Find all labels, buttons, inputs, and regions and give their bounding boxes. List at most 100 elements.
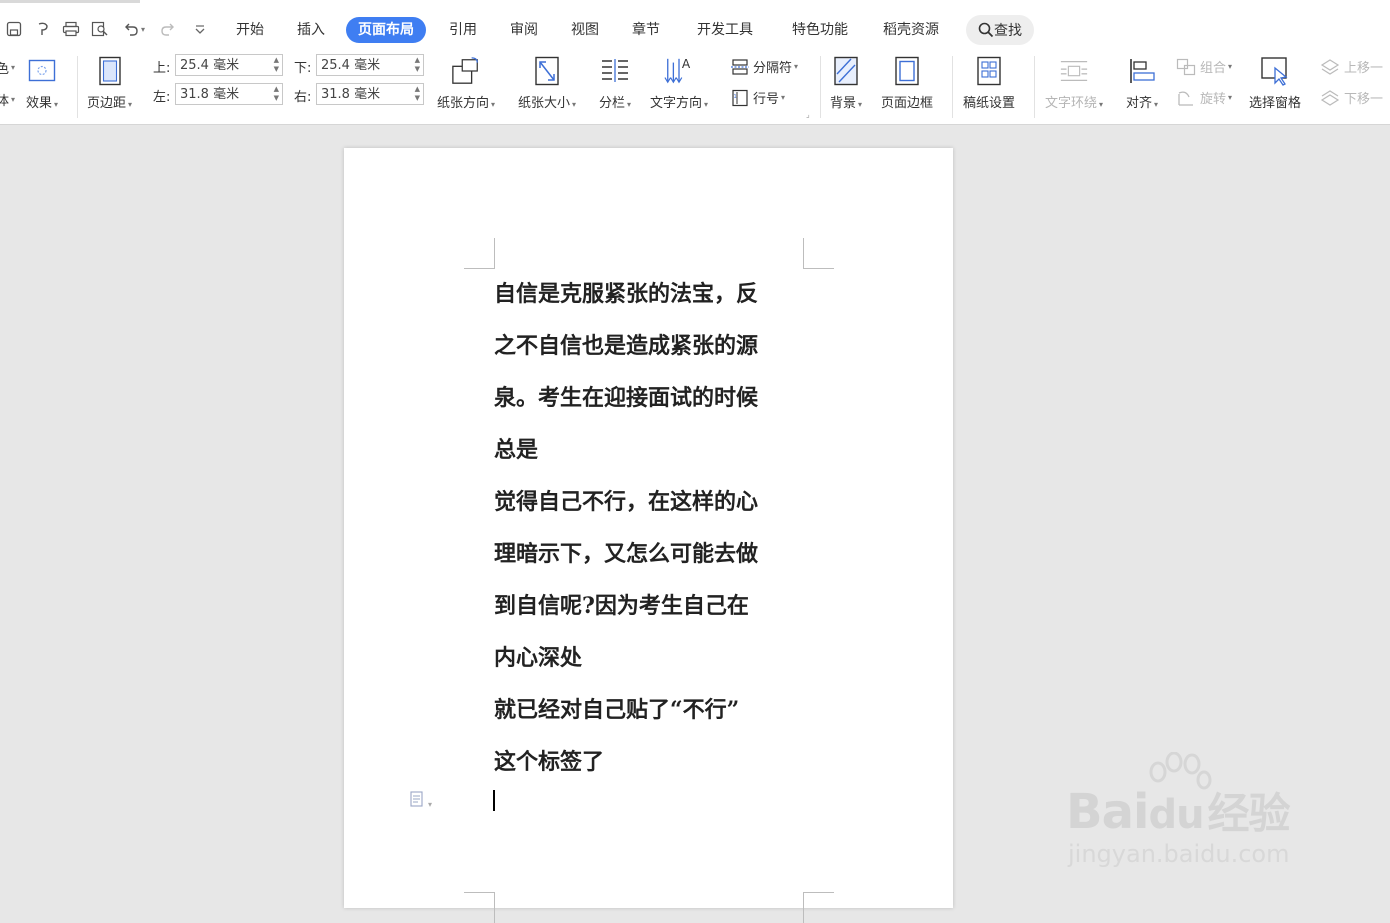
svg-text:A: A bbox=[682, 57, 691, 71]
text-line: 这个标签了 bbox=[494, 749, 605, 775]
background-icon bbox=[831, 54, 861, 88]
text-line: 觉得自己不行，在这样的心 bbox=[494, 489, 759, 515]
margin-left-field[interactable]: 31.8 毫米 ▲ ▼ bbox=[175, 83, 283, 105]
manuscript-label: 稿纸设置 bbox=[963, 96, 1016, 111]
tab-special-features[interactable]: 特色功能 bbox=[782, 17, 858, 43]
orientation-icon bbox=[451, 54, 481, 88]
baidu-jingyan-watermark: Baidu经验 jingyan.baidu.com bbox=[1066, 752, 1346, 872]
crop-mark-bottom-left bbox=[464, 892, 495, 923]
document-page[interactable]: 自信是克服紧张的法宝，反 之不自信也是造成紧张的源 泉。考生在迎接面试的时候 总… bbox=[344, 148, 953, 923]
columns-icon bbox=[600, 54, 630, 88]
text-wrap-label: 文字环绕 bbox=[1045, 96, 1098, 111]
line-numbers-button[interactable]: 1 行号 ▾ bbox=[731, 88, 785, 107]
print-icon[interactable] bbox=[60, 18, 82, 40]
text-line: 到自信呢?因为考生自己在 bbox=[494, 593, 749, 619]
margins-icon bbox=[95, 54, 125, 88]
group-button[interactable]: 组合 ▾ bbox=[1176, 57, 1232, 76]
spinner-arrows-icon[interactable]: ▲ ▼ bbox=[274, 56, 279, 74]
send-backward-label: 下移一 bbox=[1344, 92, 1384, 107]
orientation-button[interactable]: 纸张方向 ▾ bbox=[437, 54, 495, 111]
bring-forward-label: 上移一 bbox=[1344, 61, 1384, 76]
effect-label: 效果 bbox=[26, 96, 53, 111]
send-backward-button[interactable]: 下移一 bbox=[1320, 88, 1383, 107]
tab-references[interactable]: 引用 bbox=[439, 17, 487, 43]
page-border-button[interactable]: 页面边框 bbox=[881, 54, 933, 111]
document-body[interactable]: 自信是克服紧张的法宝，反 之不自信也是造成紧张的源 泉。考生在迎接面试的时候 总… bbox=[494, 268, 814, 788]
divider bbox=[820, 56, 821, 118]
theme-font-label: 体 bbox=[0, 94, 10, 109]
align-button[interactable]: 对齐 ▾ bbox=[1126, 54, 1158, 111]
save-icon[interactable] bbox=[3, 18, 25, 40]
text-direction-label: 文字方向 bbox=[650, 96, 703, 111]
line-numbers-icon: 1 bbox=[732, 89, 748, 106]
tab-insert[interactable]: 插入 bbox=[287, 17, 335, 43]
background-button[interactable]: 背景 ▾ bbox=[830, 54, 862, 111]
margin-top-field[interactable]: 25.4 毫米 ▲ ▼ bbox=[175, 54, 283, 76]
page-setup-launcher-icon[interactable]: ⌟ bbox=[806, 110, 810, 119]
line-numbers-label: 行号 bbox=[753, 92, 780, 107]
tab-docer-resources[interactable]: 稻壳资源 bbox=[873, 17, 949, 43]
margin-left-label: 左: bbox=[153, 90, 171, 105]
text-line: 就已经对自己贴了“不行” bbox=[494, 697, 740, 723]
effect-icon bbox=[27, 54, 57, 88]
margins-label: 页边距 bbox=[87, 96, 127, 111]
separator-button[interactable]: 分隔符 ▾ bbox=[731, 57, 798, 76]
margin-right-label: 右: bbox=[294, 90, 312, 105]
watermark-url: jingyan.baidu.com bbox=[1068, 840, 1290, 868]
group-icon bbox=[1176, 58, 1196, 75]
rotate-icon bbox=[1178, 90, 1193, 106]
margin-right-field[interactable]: 31.8 毫米 ▲ ▼ bbox=[316, 83, 424, 105]
ribbon: 色 ▾ 体 ▾ 效果 ▾ 页边距 ▾ 上: 25.4 毫米 ▲ ▼ 下: 25.4 毫米 ▲ ▼… bbox=[0, 50, 1390, 125]
effect-button[interactable]: 效果 ▾ bbox=[26, 54, 58, 111]
margins-button[interactable]: 页边距 ▾ bbox=[87, 54, 132, 111]
selection-pane-label: 选择窗格 bbox=[1249, 96, 1302, 111]
manuscript-settings-button[interactable]: 稿纸设置 bbox=[963, 54, 1015, 111]
text-line: 内心深处 bbox=[494, 645, 583, 671]
spinner-arrows-icon[interactable]: ▲ ▼ bbox=[415, 85, 420, 103]
print-preview-icon[interactable] bbox=[89, 18, 111, 40]
redo-icon[interactable] bbox=[157, 18, 179, 40]
selection-pane-button[interactable]: 选择窗格 bbox=[1249, 54, 1301, 111]
text-wrap-button[interactable]: 文字环绕 ▾ bbox=[1045, 54, 1103, 111]
crop-mark-top-left bbox=[464, 238, 495, 269]
tab-review[interactable]: 审阅 bbox=[500, 17, 548, 43]
crop-mark-bottom-right bbox=[803, 892, 834, 923]
margin-left-value: 31.8 毫米 bbox=[180, 87, 240, 102]
paper-size-icon bbox=[532, 54, 562, 88]
paper-size-button[interactable]: 纸张大小 ▾ bbox=[518, 54, 576, 111]
page-border-icon bbox=[892, 54, 922, 88]
search-button[interactable]: 查找 bbox=[966, 15, 1034, 45]
tab-developer[interactable]: 开发工具 bbox=[687, 17, 763, 43]
spinner-arrows-icon[interactable]: ▲ ▼ bbox=[415, 56, 420, 74]
manuscript-icon bbox=[974, 54, 1004, 88]
tab-chapter[interactable]: 章节 bbox=[622, 17, 670, 43]
customize-toolbar-icon[interactable] bbox=[189, 18, 211, 40]
margin-bottom-value: 25.4 毫米 bbox=[321, 58, 381, 73]
search-label: 查找 bbox=[994, 23, 1022, 39]
columns-button[interactable]: 分栏 ▾ bbox=[599, 54, 631, 111]
paragraph-layout-icon[interactable]: ▾ bbox=[410, 791, 432, 811]
paper-size-label: 纸张大小 bbox=[518, 96, 571, 111]
bring-forward-button[interactable]: 上移一 bbox=[1320, 57, 1383, 76]
text-line: 之不自信也是造成紧张的源 bbox=[494, 333, 759, 359]
background-label: 背景 bbox=[830, 96, 857, 111]
margin-bottom-field[interactable]: 25.4 毫米 ▲ ▼ bbox=[316, 54, 424, 76]
tab-page-layout[interactable]: 页面布局 bbox=[346, 17, 426, 43]
text-wrap-icon bbox=[1059, 54, 1089, 88]
spinner-arrows-icon[interactable]: ▲ ▼ bbox=[274, 85, 279, 103]
format-painter-icon[interactable] bbox=[32, 18, 54, 40]
tab-home[interactable]: 开始 bbox=[226, 17, 274, 43]
watermark-brand: Baidu经验 bbox=[1066, 784, 1291, 840]
text-line: 自信是克服紧张的法宝，反 bbox=[494, 281, 759, 307]
group-label: 组合 bbox=[1200, 61, 1227, 76]
send-backward-icon bbox=[1320, 89, 1340, 106]
theme-font-button[interactable]: 体 ▾ bbox=[0, 90, 15, 109]
text-direction-button[interactable]: A 文字方向 ▾ bbox=[650, 54, 708, 111]
rotate-label: 旋转 bbox=[1200, 92, 1227, 107]
rotate-button[interactable]: 旋转 ▾ bbox=[1176, 88, 1232, 107]
undo-icon[interactable]: ▾ bbox=[119, 18, 149, 40]
theme-color-button[interactable]: 色 ▾ bbox=[0, 58, 15, 77]
divider bbox=[952, 56, 953, 118]
search-icon bbox=[978, 22, 994, 38]
tab-view[interactable]: 视图 bbox=[561, 17, 609, 43]
